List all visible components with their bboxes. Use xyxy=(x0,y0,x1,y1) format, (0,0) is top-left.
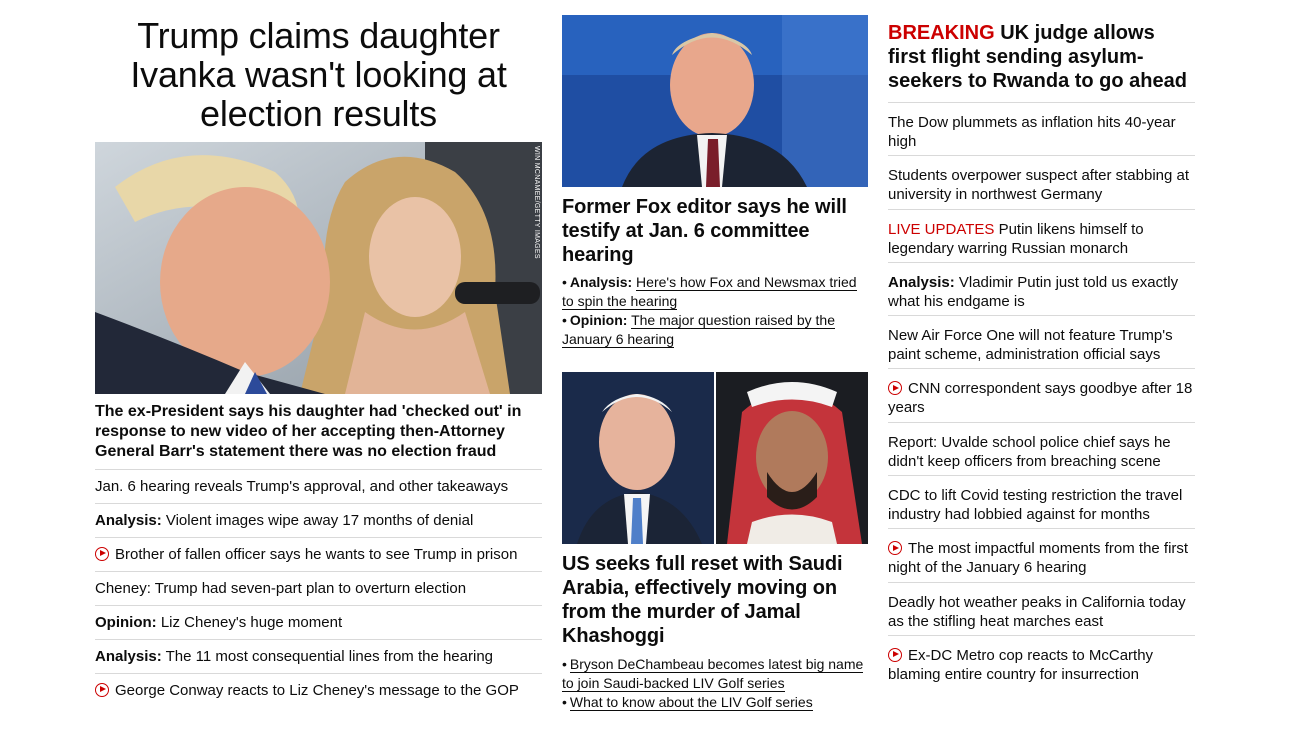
related-link-text: Liz Cheney's huge moment xyxy=(156,614,343,631)
headline-link[interactable]: The Dow plummets as inflation hits 40-ye… xyxy=(888,102,1195,155)
headline-link[interactable]: Report: Uvalde school police chief says … xyxy=(888,421,1195,475)
link-label: Analysis: xyxy=(95,648,162,665)
play-video-icon xyxy=(95,683,109,697)
link-label: Opinion: xyxy=(95,614,157,631)
lead-story-column: Trump claims daughter Ivanka wasn't look… xyxy=(95,14,542,707)
breaking-tag: BREAKING xyxy=(888,22,995,44)
headlines-column: BREAKING UK judge allows first flight se… xyxy=(888,21,1195,688)
trump-ivanka-photo xyxy=(95,142,542,394)
headline-link[interactable]: New Air Force One will not feature Trump… xyxy=(888,315,1195,368)
link-label: Opinion: xyxy=(569,312,628,328)
related-link-text: Jan. 6 hearing reveals Trump's approval,… xyxy=(95,478,509,495)
related-link-text: Cheney: Trump had seven-part plan to ove… xyxy=(95,580,467,597)
headline-text: CDC to lift Covid testing restriction th… xyxy=(888,487,1183,524)
headline-list: The Dow plummets as inflation hits 40-ye… xyxy=(888,102,1195,688)
studio-interview-photo xyxy=(562,15,868,187)
headline-text: Deadly hot weather peaks in California t… xyxy=(888,593,1186,630)
related-link-text: Violent images wipe away 17 months of de… xyxy=(161,512,474,529)
related-link-text: The 11 most consequential lines from the… xyxy=(161,648,494,665)
lead-story-image[interactable]: WIN MCNAMEE/GETTY IMAGES xyxy=(95,142,542,394)
headline-video-link[interactable]: The most impactful moments from the firs… xyxy=(888,528,1195,581)
related-link-text: George Conway reacts to Liz Cheney's mes… xyxy=(115,682,519,699)
related-link[interactable]: Analysis: Violent images wipe away 17 mo… xyxy=(95,503,542,537)
fox-editor-image[interactable] xyxy=(562,15,868,187)
headline-link[interactable]: CDC to lift Covid testing restriction th… xyxy=(888,475,1195,528)
related-link[interactable]: Cheney: Trump had seven-part plan to ove… xyxy=(95,571,542,605)
headline-link[interactable]: LIVE UPDATES Putin likens himself to leg… xyxy=(888,208,1195,262)
play-video-icon xyxy=(888,541,902,556)
breaking-news-headline[interactable]: BREAKING UK judge allows first flight se… xyxy=(888,21,1195,102)
play-video-icon xyxy=(95,547,109,561)
bullet: • xyxy=(562,274,567,290)
link-label: Analysis: xyxy=(888,273,955,291)
lead-headline[interactable]: Trump claims daughter Ivanka wasn't look… xyxy=(95,14,542,133)
related-link[interactable]: Analysis: Here's how Fox and Newsmax tri… xyxy=(562,274,857,310)
related-link[interactable]: Opinion: Liz Cheney's huge moment xyxy=(95,605,542,639)
headline-text: Students overpower suspect after stabbin… xyxy=(888,167,1190,204)
headline-link[interactable]: Analysis: Vladimir Putin just told us ex… xyxy=(888,261,1195,315)
related-link[interactable]: What to know about the LIV Golf series xyxy=(569,694,813,711)
saudi-reset-related: • Bryson DeChambeau becomes latest big na… xyxy=(562,655,868,712)
biden-saudi-image[interactable] xyxy=(562,372,868,544)
live-updates-tag: LIVE UPDATES xyxy=(888,220,995,238)
headline-text: New Air Force One will not feature Trump… xyxy=(888,327,1173,364)
link-label: Analysis: xyxy=(569,274,633,290)
related-link[interactable]: Opinion: The major question raised by th… xyxy=(562,312,835,348)
related-link[interactable]: Analysis: The 11 most consequential line… xyxy=(95,639,542,673)
related-video-link[interactable]: Brother of fallen officer says he wants … xyxy=(95,537,542,571)
lead-related-list: Jan. 6 hearing reveals Trump's approval,… xyxy=(95,469,542,707)
fox-editor-headline[interactable]: Former Fox editor says he will testify a… xyxy=(562,195,868,267)
headline-link[interactable]: Deadly hot weather peaks in California t… xyxy=(888,581,1195,635)
headline-text: CNN correspondent says goodbye after 18 … xyxy=(888,380,1193,417)
related-video-link[interactable]: George Conway reacts to Liz Cheney's mes… xyxy=(95,673,542,707)
headline-text: Ex-DC Metro cop reacts to McCarthy blami… xyxy=(888,646,1154,683)
photo-credit: WIN MCNAMEE/GETTY IMAGES xyxy=(533,146,540,259)
play-video-icon xyxy=(888,647,902,662)
related-link[interactable]: Bryson DeChambeau becomes latest big nam… xyxy=(562,656,864,692)
bullet: • xyxy=(562,694,567,710)
headline-text: Report: Uvalde school police chief says … xyxy=(888,433,1171,470)
headline-link[interactable]: Students overpower suspect after stabbin… xyxy=(888,155,1195,208)
bullet: • xyxy=(562,312,567,328)
biden-mbs-photo xyxy=(562,372,868,544)
fox-editor-related: • Analysis: Here's how Fox and Newsmax tr… xyxy=(562,273,868,349)
headline-text: The most impactful moments from the firs… xyxy=(888,540,1189,577)
lead-story-caption[interactable]: The ex-President says his daughter had '… xyxy=(95,402,542,469)
secondary-stories-column: Former Fox editor says he will testify a… xyxy=(562,15,868,712)
headline-video-link[interactable]: Ex-DC Metro cop reacts to McCarthy blami… xyxy=(888,634,1195,688)
headline-video-link[interactable]: CNN correspondent says goodbye after 18 … xyxy=(888,368,1195,421)
play-video-icon xyxy=(888,381,902,396)
headline-text: The Dow plummets as inflation hits 40-ye… xyxy=(888,114,1176,150)
link-label: Analysis: xyxy=(95,512,162,529)
related-link-text: Brother of fallen officer says he wants … xyxy=(115,546,518,563)
saudi-reset-headline[interactable]: US seeks full reset with Saudi Arabia, e… xyxy=(562,552,868,648)
bullet: • xyxy=(562,656,567,672)
related-link[interactable]: Jan. 6 hearing reveals Trump's approval,… xyxy=(95,469,542,503)
